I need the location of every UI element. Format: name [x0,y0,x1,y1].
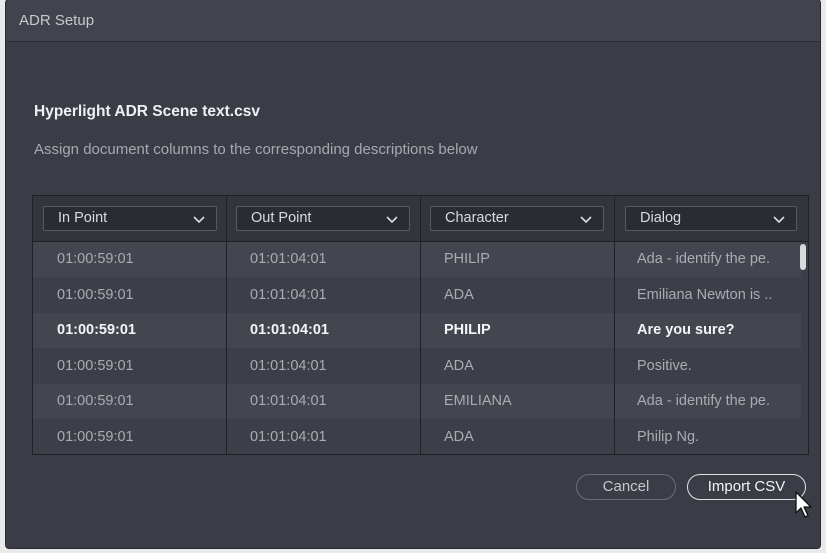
column-select-label: Character [445,210,509,226]
cell-dialog: Positive. [637,357,692,374]
adr-setup-dialog: ADR Setup Hyperlight ADR Scene text.csv … [6,0,820,548]
column-mapping-table: In Point Out Point Character Dialog 01:0… [32,195,809,455]
chevron-down-icon [773,216,785,224]
cell-out-point: 01:01:04:01 [250,393,327,409]
cell-character: EMILIANA [444,393,512,409]
cell-dialog: Emiliana Newton is .. [637,286,773,303]
cell-in-point: 01:00:59:01 [57,251,134,267]
cell-character: ADA [444,428,474,445]
column-select-label: Dialog [640,210,682,226]
title-bar[interactable]: ADR Setup [6,0,820,42]
cell-dialog: Philip Ng. [637,428,700,445]
table-row[interactable]: 01:00:59:01 01:01:04:01 ADA Positive. [33,349,801,384]
cell-dialog: Ada - identify the pe. [637,251,770,267]
table-row[interactable]: 01:00:59:01 01:01:04:01 PHILIP Are you sure… [33,313,801,348]
table-row[interactable]: 01:00:59:01 01:01:04:01 EMILIANA Ada - iden… [33,384,801,419]
chevron-down-icon [580,216,592,224]
column-select-in-point[interactable]: In Point [43,206,217,231]
column-select-out-point[interactable]: Out Point [236,206,410,231]
table-row[interactable]: 01:00:59:01 01:01:04:01 ADA Philip Ng. [33,420,801,455]
column-select-label: In Point [58,210,108,226]
column-divider [614,196,615,454]
cell-character: ADA [444,286,474,303]
cell-out-point: 01:01:04:01 [250,357,327,374]
chevron-down-icon [193,216,205,224]
chevron-down-icon [386,216,398,224]
column-divider [226,196,227,454]
cell-in-point: 01:00:59:01 [57,393,134,409]
table-row[interactable]: 01:00:59:01 01:01:04:01 ADA Emiliana Newton… [33,278,801,313]
cell-out-point: 01:01:04:01 [250,286,327,303]
cell-character: PHILIP [444,322,491,338]
import-csv-button[interactable]: Import CSV [687,474,806,500]
cell-character: ADA [444,357,474,374]
column-divider [420,196,421,454]
cell-dialog: Are you sure? [637,322,735,338]
cell-in-point: 01:00:59:01 [57,322,136,338]
cell-dialog: Ada - identify the pe. [637,393,770,409]
column-select-character[interactable]: Character [430,206,604,231]
cell-in-point: 01:00:59:01 [57,428,134,445]
column-select-label: Out Point [251,210,312,226]
cell-out-point: 01:01:04:01 [250,428,327,445]
cell-character: PHILIP [444,251,490,267]
mouse-pointer-icon [795,491,812,518]
dialog-title: ADR Setup [19,12,95,29]
column-select-dialog[interactable]: Dialog [625,206,797,231]
cell-out-point: 01:01:04:01 [250,322,329,338]
cell-out-point: 01:01:04:01 [250,251,327,267]
cell-in-point: 01:00:59:01 [57,286,134,303]
file-name: Hyperlight ADR Scene text.csv [34,103,260,120]
instructions-text: Assign document columns to the correspon… [34,141,478,158]
cell-in-point: 01:00:59:01 [57,357,134,374]
table-scrollbar[interactable] [800,244,806,270]
cancel-button[interactable]: Cancel [576,474,676,500]
table-row[interactable]: 01:00:59:01 01:01:04:01 PHILIP Ada - identi… [33,242,801,277]
